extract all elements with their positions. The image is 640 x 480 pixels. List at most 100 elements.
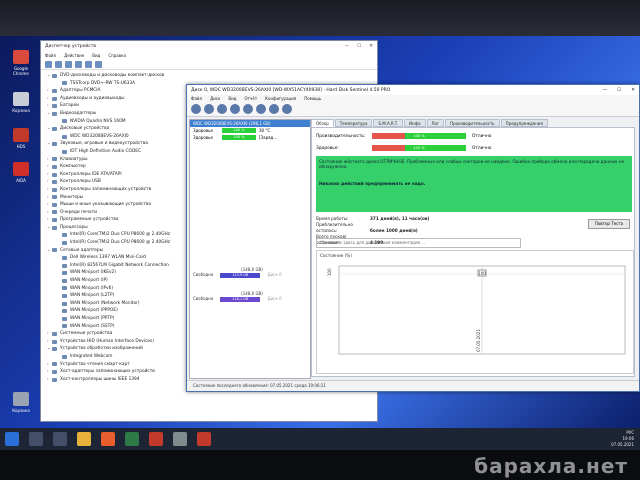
watermark: барахла.нет: [474, 454, 628, 478]
menu-view[interactable]: Вид: [228, 96, 236, 101]
device-manager-toolbar: [41, 59, 377, 70]
tab-temperature[interactable]: Температура: [334, 119, 373, 127]
desktop-icon-trash[interactable]: Корзина: [6, 392, 36, 413]
close-icon[interactable]: ✕: [369, 44, 373, 49]
chart-xlabel: 07.05.2021: [476, 329, 481, 352]
search-icon[interactable]: [29, 432, 43, 446]
health-row: Здоровье: 100 % Отлично: [312, 142, 634, 154]
device-icon: [52, 157, 57, 162]
device-icon: [52, 187, 57, 192]
desktop-icon-aida[interactable]: AIDA: [6, 162, 36, 183]
explorer-icon[interactable]: [77, 432, 91, 446]
forward-icon[interactable]: [55, 60, 62, 68]
settings-icon[interactable]: [256, 104, 266, 114]
disk-item[interactable]: WDC WD3200BEVS-26AXI0 (298,1 GB): [190, 120, 310, 127]
properties-icon[interactable]: [65, 60, 72, 68]
device-icon: [62, 81, 67, 86]
minimize-icon[interactable]: —: [603, 88, 608, 93]
device-manager-taskbar-icon[interactable]: [173, 432, 187, 446]
maximize-icon[interactable]: ☐: [357, 44, 361, 49]
test-icon[interactable]: [217, 104, 227, 114]
tab-performance[interactable]: Производительность: [445, 119, 500, 127]
hds-toolbar: [187, 102, 639, 117]
chart-svg: 100 100 07.05.2021: [327, 265, 626, 355]
alert-icon[interactable]: [269, 104, 279, 114]
close-icon[interactable]: ✕: [631, 88, 635, 93]
tree-label: Процессоры: [60, 224, 88, 230]
smart-icon[interactable]: [230, 104, 240, 114]
desktop-icon-recycle[interactable]: Корзина: [6, 92, 36, 113]
menu-file[interactable]: Файл: [191, 96, 202, 101]
tab-smart[interactable]: S.M.A.R.T.: [373, 119, 404, 127]
health-value: 100 %: [413, 146, 425, 150]
disk-icon[interactable]: [243, 104, 253, 114]
volume-item[interactable]: (148,0 GB) Свободно 123,9 GB Диск 0: [190, 266, 314, 279]
health-status: Отлично: [472, 145, 492, 151]
perf-label: Здоровье: [193, 135, 213, 140]
aida-taskbar-icon[interactable]: [149, 432, 163, 446]
tree-label: WAN Miniport (PPTP): [70, 316, 115, 321]
language-indicator[interactable]: РУС: [626, 430, 634, 435]
volume-free-bar: 123,9 GB: [220, 273, 261, 278]
scan-icon[interactable]: [85, 60, 92, 68]
task-view-icon[interactable]: [53, 432, 67, 446]
tree-category[interactable]: ⌄ DVD-дисководы и дисководы компакт-диско…: [47, 72, 371, 80]
tab-overview[interactable]: Обзор: [311, 119, 334, 127]
tree-label: Контроллеры USB: [60, 179, 101, 185]
volume-item[interactable]: (148,0 GB) Свободно 118,1 GB Диск 0: [190, 290, 314, 303]
device-icon: [62, 271, 67, 276]
menu-disk[interactable]: Диск: [210, 96, 220, 101]
overview-panel: Производительность: 100 % Отлично Здоров…: [311, 127, 635, 377]
tree-label: Клавиатуры: [60, 156, 88, 162]
chart-title: Состояние (%): [320, 253, 352, 258]
menu-view[interactable]: Вид: [92, 53, 100, 58]
device-icon: [62, 263, 67, 268]
tree-label: DVD-дисководы и дисководы компакт-дисков: [60, 73, 165, 78]
refresh-icon[interactable]: [191, 104, 201, 114]
retest-button[interactable]: Повтор Теста: [588, 219, 630, 229]
minimize-icon[interactable]: —: [345, 44, 350, 49]
monitor-icon[interactable]: [95, 60, 102, 68]
info-icon[interactable]: [282, 104, 292, 114]
desktop-icon-chrome[interactable]: Google Chrome: [6, 50, 36, 76]
tree-label: Мониторы: [60, 194, 84, 200]
tree-label: Intel(R) 82567LM Gigabit Network Connect…: [70, 262, 169, 268]
desktop-icon-label: Корзина: [12, 408, 30, 413]
comment-input[interactable]: Щелкните здесь для добавления комментари…: [316, 238, 521, 248]
maximize-icon[interactable]: ☐: [617, 88, 621, 93]
clock[interactable]: 19:06 07.05.2021: [611, 436, 634, 448]
desktop-icon-label: Google Chrome: [13, 66, 29, 76]
volume-free-label: Свободно: [193, 272, 214, 277]
device-icon: [62, 309, 67, 314]
device-icon: [52, 111, 57, 116]
back-icon[interactable]: [45, 60, 52, 68]
menu-action[interactable]: Действие: [64, 53, 84, 58]
tree-label: Адаптеры PCMCIA: [60, 88, 101, 94]
help-icon[interactable]: [75, 60, 82, 68]
menu-config[interactable]: Конфигурация: [265, 96, 296, 101]
taskbar: РУС 19:06 07.05.2021: [0, 428, 640, 450]
status-message: Состояние жёсткого диска ОТЛИЧНОЕ. Пробл…: [316, 156, 632, 212]
device-icon: [62, 301, 67, 306]
desktop-icon-hds[interactable]: HDS: [6, 128, 36, 149]
tab-alerts[interactable]: Предупреждения: [500, 119, 548, 127]
tree-label: Устройства обработки изображений: [60, 346, 143, 352]
tab-info[interactable]: Инфо: [404, 119, 426, 127]
tab-log[interactable]: Лог: [426, 119, 445, 127]
menu-file[interactable]: Файл: [45, 53, 56, 58]
app-icon[interactable]: [125, 432, 139, 446]
hds-statusbar: Состояние последнего обновления: 07.05.2…: [187, 380, 639, 391]
menu-report[interactable]: Отчёт: [245, 96, 258, 101]
volume-free-label: Свободно: [193, 296, 214, 301]
health-chart: Состояние (%) 100 100 07.05.2021: [316, 250, 634, 374]
firefox-icon[interactable]: [101, 432, 115, 446]
performance-status: Отлично: [472, 133, 492, 139]
report-icon[interactable]: [204, 104, 214, 114]
system-tray: РУС 19:06 07.05.2021: [611, 430, 640, 448]
status-action: Никаких действий предпринимать не надо.: [319, 181, 426, 186]
chart-point-label: 100: [478, 271, 486, 276]
menu-help[interactable]: Справка: [108, 53, 126, 58]
hds-taskbar-icon[interactable]: [197, 432, 211, 446]
start-icon[interactable]: [5, 432, 19, 446]
menu-help[interactable]: Помощь: [304, 96, 321, 101]
